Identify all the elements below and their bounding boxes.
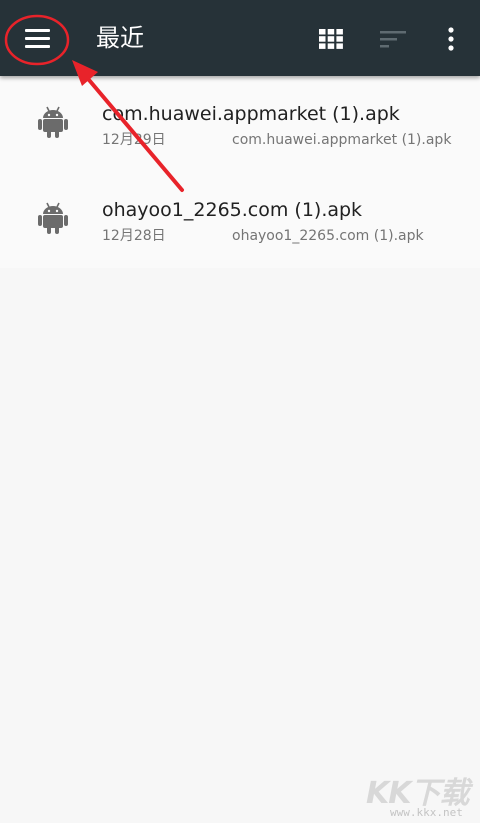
list-item[interactable]: com.huawei.appmarket (1).apk 12月29日 com.… <box>0 76 480 172</box>
sort-icon <box>380 31 406 48</box>
android-icon <box>38 202 68 234</box>
list-item[interactable]: ohayoo1_2265.com (1).apk 12月28日 ohayoo1_… <box>0 172 480 268</box>
watermark-url: www.kkx.net <box>390 806 463 819</box>
grid-view-button[interactable] <box>314 22 348 56</box>
app-bar: 最近 <box>0 0 480 76</box>
menu-icon <box>24 28 50 32</box>
sort-button[interactable] <box>376 22 410 56</box>
watermark-logo: KK下载 <box>366 776 469 811</box>
file-name: com.huawei.appmarket (1).apk <box>102 103 400 125</box>
android-icon <box>38 106 68 138</box>
recent-files-list: com.huawei.appmarket (1).apk 12月29日 com.… <box>0 76 480 268</box>
watermark: KK下载 www.kkx.net <box>360 766 480 823</box>
more-vert-icon <box>448 27 454 51</box>
more-options-button[interactable] <box>434 22 468 56</box>
navigation-menu-button[interactable] <box>8 10 66 66</box>
page-title: 最近 <box>96 24 144 52</box>
file-date: 12月28日 <box>102 228 166 244</box>
file-date: 12月29日 <box>102 132 166 148</box>
grid-view-icon <box>319 29 343 49</box>
file-summary: com.huawei.appmarket (1).apk <box>232 132 452 148</box>
file-name: ohayoo1_2265.com (1).apk <box>102 199 363 221</box>
menu-icon-line <box>24 36 50 40</box>
menu-icon-line <box>24 44 50 48</box>
file-summary: ohayoo1_2265.com (1).apk <box>232 228 424 244</box>
